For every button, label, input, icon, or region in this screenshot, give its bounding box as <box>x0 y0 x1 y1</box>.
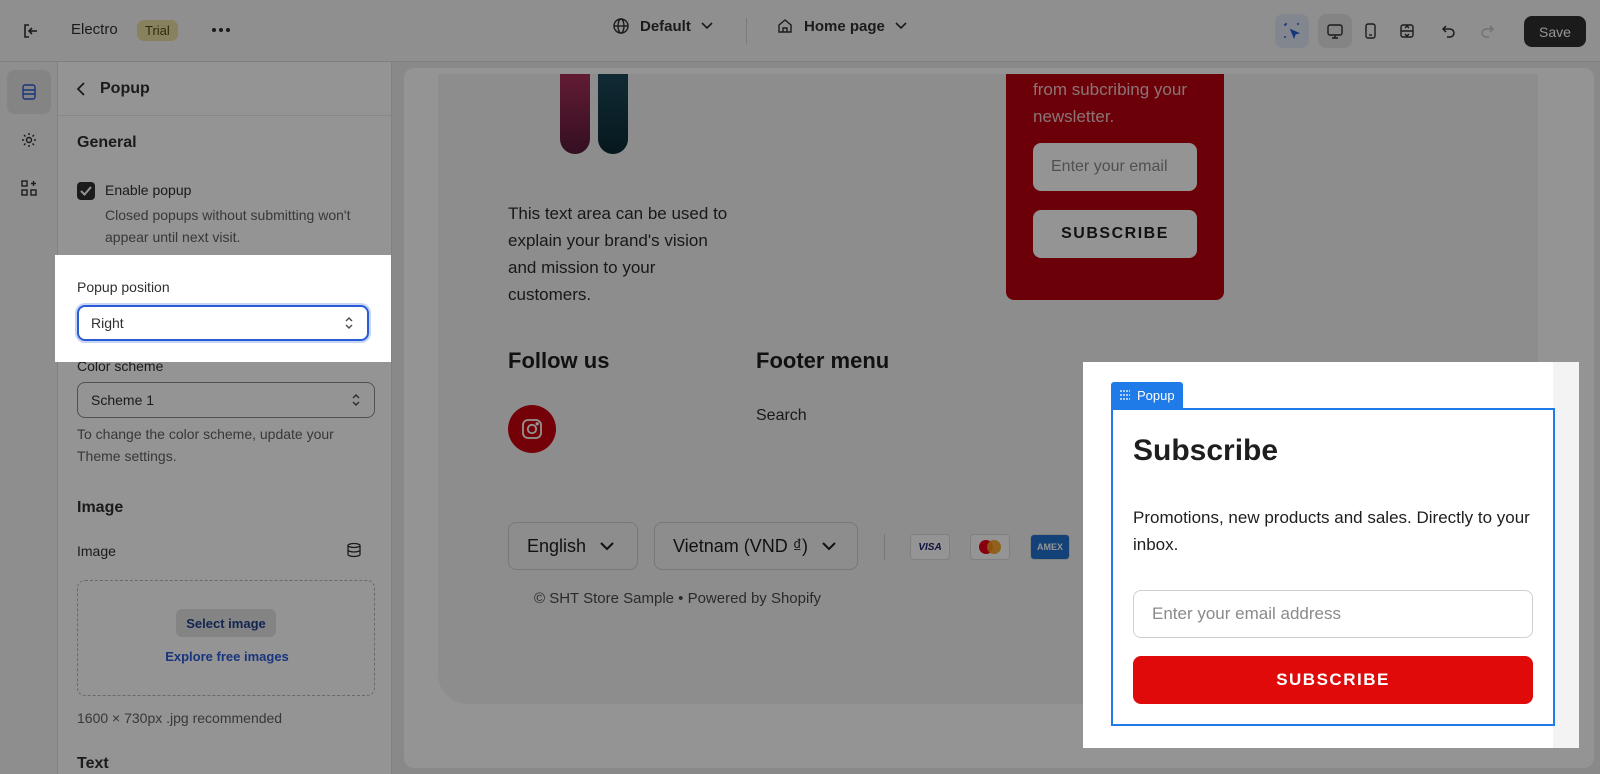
select-arrows-icon <box>345 317 353 329</box>
popup-box[interactable]: Subscribe Promotions, new products and s… <box>1111 408 1555 726</box>
popup-description: Promotions, new products and sales. Dire… <box>1133 508 1530 554</box>
popup-email-input[interactable]: Enter your email address <box>1133 590 1533 638</box>
popup-section-tag[interactable]: Popup <box>1111 382 1183 408</box>
popup-title: Subscribe <box>1133 434 1279 467</box>
popup-subscribe-button[interactable]: SUBSCRIBE <box>1133 656 1533 704</box>
popup-highlight: Popup Subscribe Promotions, new products… <box>1083 362 1579 748</box>
popup-position-field: Popup position Right <box>55 255 391 362</box>
popup-position-value: Right <box>91 315 124 331</box>
popup-tag-label: Popup <box>1137 387 1175 403</box>
section-icon <box>1120 390 1130 400</box>
popup-position-label: Popup position <box>77 279 170 295</box>
popup-position-select[interactable]: Right <box>77 305 369 341</box>
